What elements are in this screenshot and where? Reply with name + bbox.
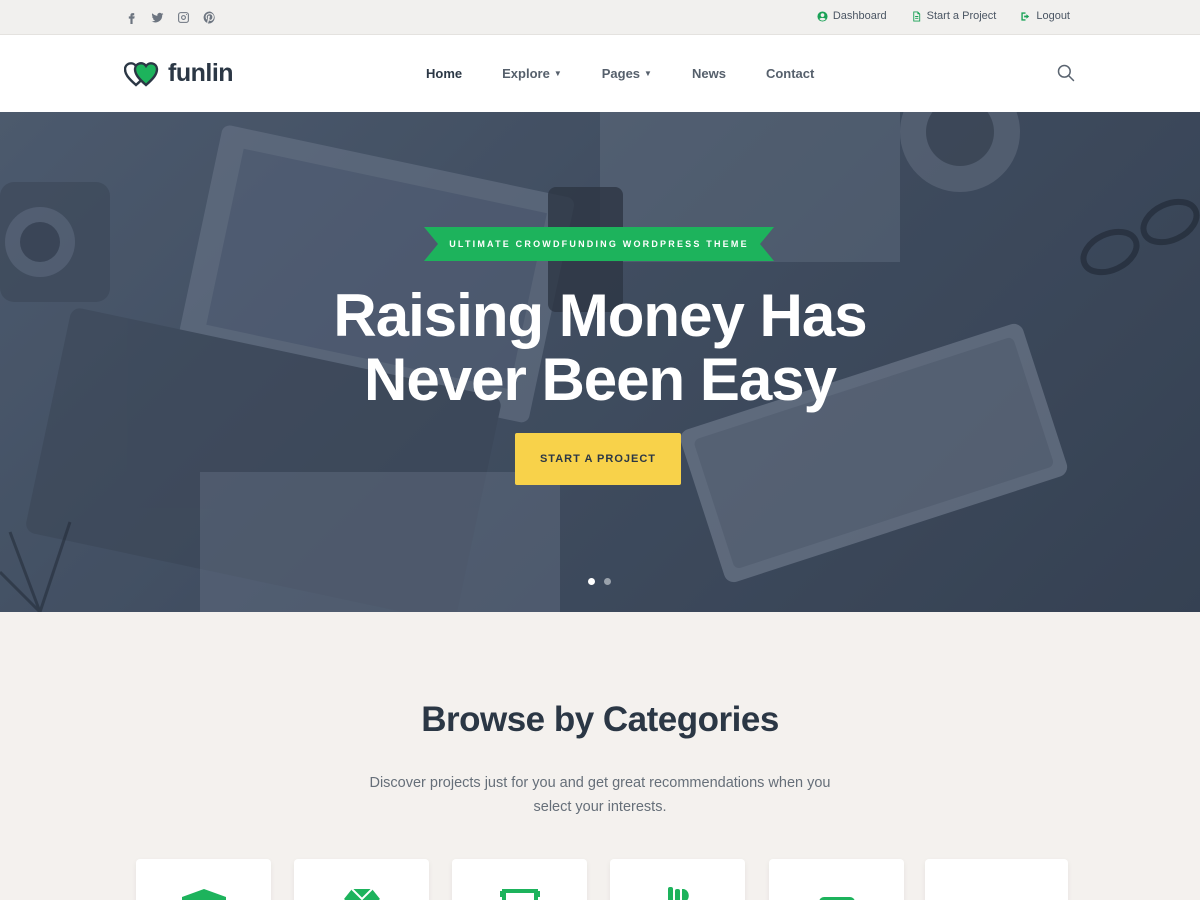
- food-icon: [668, 887, 689, 900]
- category-card[interactable]: [610, 859, 745, 900]
- nav-pages-label: Pages: [601, 66, 641, 81]
- dashboard-label: Dashboard: [832, 10, 887, 22]
- social-links: [124, 10, 216, 24]
- hero-slider: ULTIMATE CROWDFUNDING WORDPRESS THEME Ra…: [0, 112, 1200, 612]
- hero-ribbon: ULTIMATE CROWDFUNDING WORDPRESS THEME: [424, 227, 774, 261]
- pinterest-icon[interactable]: [202, 10, 216, 24]
- twitter-icon[interactable]: [150, 10, 164, 24]
- start-project-button[interactable]: START A PROJECT: [515, 433, 681, 485]
- category-card[interactable]: [769, 859, 904, 900]
- nav-home-label: Home: [426, 66, 463, 81]
- site-logo[interactable]: funlin: [124, 59, 234, 88]
- heart-icon: [969, 885, 1017, 900]
- slider-dots: [588, 578, 611, 585]
- nav-pages[interactable]: Pages ▼: [602, 66, 652, 81]
- facebook-icon[interactable]: [124, 10, 138, 24]
- heart-logo-icon: [124, 61, 159, 87]
- logout-label: Logout: [1036, 10, 1070, 22]
- search-icon[interactable]: [1056, 63, 1076, 83]
- category-cards: [136, 859, 1076, 900]
- chevron-down-icon: ▼: [553, 69, 562, 78]
- nav-home[interactable]: Home: [426, 66, 462, 81]
- main-header: funlin Home Explore ▼ Pages ▼ News Contact: [0, 35, 1200, 112]
- top-bar: Dashboard Start a Project Logout: [0, 0, 1200, 35]
- nav-explore-label: Explore: [502, 66, 550, 81]
- categories-subtitle: Discover projects just for you and get g…: [369, 775, 831, 815]
- start-project-label: Start a Project: [926, 10, 997, 22]
- slide-dot-1[interactable]: [588, 578, 595, 585]
- start-project-link[interactable]: Start a Project: [911, 10, 997, 22]
- nav-news[interactable]: News: [692, 66, 726, 81]
- instagram-icon[interactable]: [176, 10, 190, 24]
- building-icon: [182, 889, 226, 900]
- user-circle-icon: [817, 10, 828, 22]
- nav-explore[interactable]: Explore ▼: [502, 66, 562, 81]
- diamond-icon: [344, 888, 380, 900]
- category-card[interactable]: [136, 859, 271, 900]
- sign-out-icon: [1021, 11, 1030, 21]
- main-nav: Home Explore ▼ Pages ▼ News Contact: [426, 66, 854, 81]
- film-icon: [500, 889, 540, 900]
- category-card[interactable]: [294, 859, 429, 900]
- dashboard-link[interactable]: Dashboard: [817, 10, 887, 22]
- slide-dot-2[interactable]: [604, 578, 611, 585]
- categories-title: Browse by Categories: [421, 700, 779, 739]
- category-card[interactable]: [925, 859, 1068, 900]
- nav-contact-label: Contact: [765, 66, 815, 81]
- document-icon: [912, 10, 920, 22]
- chevron-down-icon: ▼: [644, 69, 652, 78]
- logout-link[interactable]: Logout: [1020, 10, 1070, 22]
- ribbon-text: ULTIMATE CROWDFUNDING WORDPRESS THEME: [449, 239, 749, 249]
- hero-title-line-1: Raising Money Has: [333, 282, 867, 349]
- nav-contact[interactable]: Contact: [766, 66, 814, 81]
- hero-title: Raising Money Has Never Been Easy: [250, 284, 950, 412]
- tech-icon: [819, 897, 855, 900]
- account-links: Dashboard Start a Project Logout: [817, 10, 1070, 22]
- nav-news-label: News: [691, 66, 726, 81]
- hero-title-line-2: Never Been Easy: [364, 346, 837, 413]
- category-card[interactable]: [452, 859, 587, 900]
- logo-text: funlin: [168, 59, 234, 87]
